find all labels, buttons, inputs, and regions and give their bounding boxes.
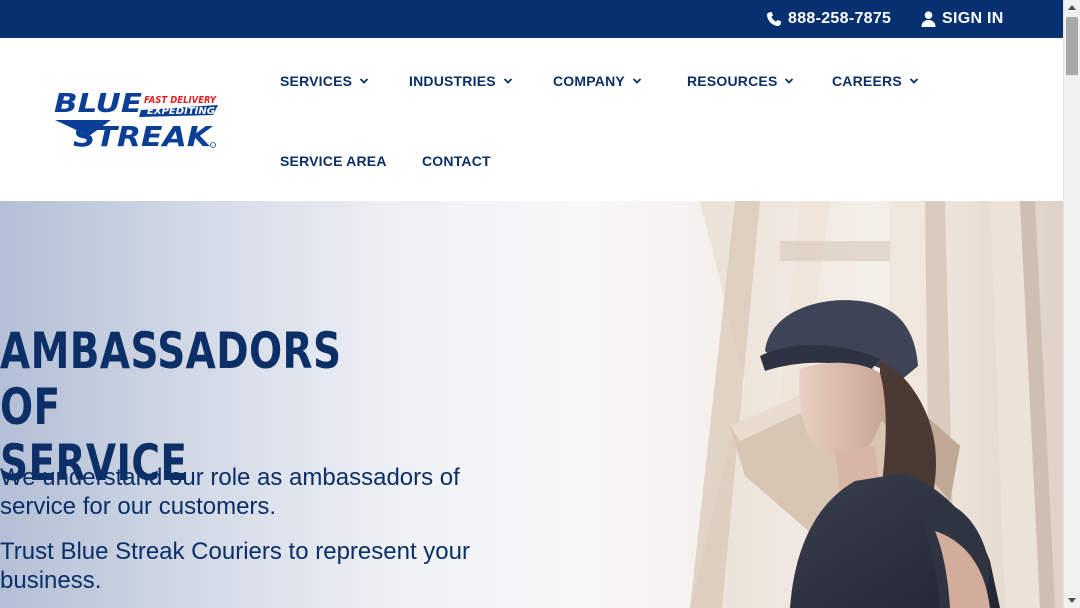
scroll-up-arrow-icon[interactable] <box>1068 5 1076 10</box>
blue-streak-logo[interactable]: BLUE STREAK FAST DELIVERY EXPEDITING <box>53 88 218 150</box>
logo-tagline-expediting: EXPEDITING <box>147 106 215 117</box>
nav-services-label: SERVICES <box>280 73 353 89</box>
hero-paragraph-2: Trust Blue Streak Couriers to represent … <box>0 538 470 594</box>
nav-careers-label: CAREERS <box>832 73 902 89</box>
chevron-down-icon <box>632 78 642 84</box>
chevron-down-icon <box>360 78 369 84</box>
phone-number: 888-258-7875 <box>788 10 892 27</box>
nav-services[interactable]: SERVICES <box>280 71 369 91</box>
nav-company[interactable]: COMPANY <box>553 71 642 91</box>
nav-resources[interactable]: RESOURCES <box>687 71 794 91</box>
chevron-down-icon <box>503 78 512 84</box>
phone-icon <box>767 12 781 26</box>
nav-contact-label: CONTACT <box>422 153 491 169</box>
logo-word-blue: BLUE <box>54 89 142 119</box>
hero-paragraph-1: We understand our role as ambassadors of… <box>0 464 460 520</box>
hero-section: AMBASSADORS OF SERVICE We understand our… <box>0 201 1063 608</box>
chevron-down-icon <box>909 78 918 84</box>
sign-in-link[interactable]: SIGN IN <box>921 9 1004 29</box>
nav-contact[interactable]: CONTACT <box>422 151 491 171</box>
nav-resources-label: RESOURCES <box>687 73 778 89</box>
scroll-down-arrow-icon[interactable] <box>1068 598 1076 603</box>
top-utility-bar: 888-258-7875 SIGN IN <box>0 0 1063 38</box>
scrollbar-thumb[interactable] <box>1066 17 1078 75</box>
site-header: BLUE STREAK FAST DELIVERY EXPEDITING SER… <box>0 38 1063 201</box>
nav-careers[interactable]: CAREERS <box>832 71 919 91</box>
nav-service-area[interactable]: SERVICE AREA <box>280 151 387 171</box>
logo-tagline-fast-delivery: FAST DELIVERY <box>144 95 217 106</box>
page-scrollbar[interactable] <box>1063 0 1080 608</box>
nav-company-label: COMPANY <box>553 73 625 89</box>
hero-title-line1: AMBASSADORS OF <box>0 322 342 436</box>
registered-mark-icon <box>210 142 216 148</box>
user-icon <box>921 11 936 27</box>
phone-link[interactable]: 888-258-7875 <box>766 9 891 29</box>
sign-in-label: SIGN IN <box>942 10 1004 27</box>
nav-industries-label: INDUSTRIES <box>409 73 496 89</box>
chevron-down-icon <box>785 78 794 84</box>
nav-service-area-label: SERVICE AREA <box>280 153 387 169</box>
nav-industries[interactable]: INDUSTRIES <box>409 71 513 91</box>
logo-word-streak: STREAK <box>73 120 214 150</box>
